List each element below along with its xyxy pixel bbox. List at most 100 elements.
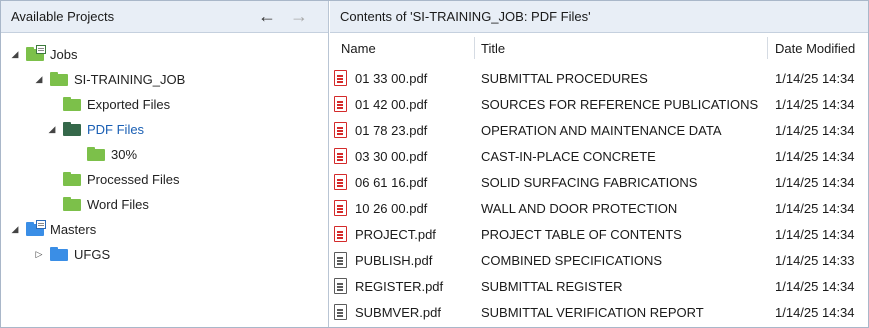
folder-icon [87,147,105,161]
file-name-cell[interactable]: 01 42 00.pdf [334,91,427,117]
file-title: SUBMITTAL REGISTER [481,278,623,294]
file-title: SUBMITTAL VERIFICATION REPORT [481,304,704,320]
tree-item-processed-files[interactable]: Processed Files [63,167,179,191]
file-name-cell[interactable]: 06 61 16.pdf [334,169,427,195]
file-date-modified: 1/14/25 14:34 [775,278,855,294]
file-title: SOURCES FOR REFERENCE PUBLICATIONS [481,96,759,112]
file-name: PUBLISH.pdf [355,252,433,268]
column-divider[interactable] [767,37,768,59]
file-title: OPERATION AND MAINTENANCE DATA [481,122,722,138]
tree-item-si-training-job[interactable]: ◢ SI-TRAINING_JOB [33,67,186,91]
file-row[interactable]: PUBLISH.pdf COMBINED SPECIFICATIONS 1/14/2… [330,247,868,273]
file-name-cell[interactable]: REGISTER.pdf [334,273,443,299]
tree-item-exported-files[interactable]: Exported Files [63,92,170,116]
pdf-gray-icon [334,304,347,320]
file-row[interactable]: 01 78 23.pdf OPERATION AND MAINTENANCE DA… [330,117,868,143]
contents-panel: Contents of 'SI-TRAINING_JOB: PDF Files'… [330,1,868,327]
file-row[interactable]: 03 30 00.pdf CAST-IN-PLACE CONCRETE 1/14/2… [330,143,868,169]
tree-item-label: Exported Files [87,96,171,112]
file-row[interactable]: 01 33 00.pdf SUBMITTAL PROCEDURES 1/14/25 … [330,65,868,91]
tree-item-label: SI-TRAINING_JOB [74,71,186,87]
tree-item-30-percent[interactable]: 30% [87,142,137,166]
file-date-modified: 1/14/25 14:34 [775,304,855,320]
file-row[interactable]: 01 42 00.pdf SOURCES FOR REFERENCE PUBLIC… [330,91,868,117]
folder-icon [63,97,81,111]
file-row[interactable]: REGISTER.pdf SUBMITTAL REGISTER 1/14/25 14… [330,273,868,299]
file-title: SUBMITTAL PROCEDURES [481,70,648,86]
file-name: 01 33 00.pdf [355,70,428,86]
contents-title: Contents of 'SI-TRAINING_JOB: PDF Files' [340,9,591,24]
panel-title: Available Projects [11,9,115,24]
expand-arrow-icon[interactable]: ▷ [33,249,45,260]
pdf-red-icon [334,174,347,190]
tree-item-label: PDF Files [87,121,145,137]
open-folder-icon [63,122,81,136]
tree-item-jobs[interactable]: ◢ Jobs [9,42,77,66]
file-title: COMBINED SPECIFICATIONS [481,252,663,268]
file-date-modified: 1/14/25 14:34 [775,226,855,242]
file-date-modified: 1/14/25 14:33 [775,252,855,268]
collapse-arrow-icon[interactable]: ◢ [9,49,21,60]
file-row[interactable]: SUBMVER.pdf SUBMITTAL VERIFICATION REPORT… [330,299,868,325]
file-name-cell[interactable]: SUBMVER.pdf [334,299,441,325]
folder-icon [63,197,81,211]
file-name-cell[interactable]: 03 30 00.pdf [334,143,427,169]
file-date-modified: 1/14/25 14:34 [775,148,855,164]
file-title: CAST-IN-PLACE CONCRETE [481,148,656,164]
file-name-cell[interactable]: 10 26 00.pdf [334,195,427,221]
folder-with-document-icon [26,45,46,61]
tree-item-label: Word Files [87,196,149,212]
collapse-arrow-icon[interactable]: ◢ [33,74,45,85]
file-name: 06 61 16.pdf [355,174,428,190]
pdf-red-icon [334,122,347,138]
file-date-modified: 1/14/25 14:34 [775,174,855,190]
file-name: 01 42 00.pdf [355,96,428,112]
file-row[interactable]: 06 61 16.pdf SOLID SURFACING FABRICATIONS… [330,169,868,195]
pdf-red-icon [334,148,347,164]
pdf-gray-icon [334,252,347,268]
pdf-red-icon [334,226,347,242]
pdf-gray-icon [334,278,347,294]
available-projects-header: Available Projects ← → [1,1,328,33]
file-name: PROJECT.pdf [355,226,436,242]
file-row[interactable]: 10 26 00.pdf WALL AND DOOR PROTECTION 1/14… [330,195,868,221]
tree-item-label: Processed Files [87,171,180,187]
file-name-cell[interactable]: 01 78 23.pdf [334,117,427,143]
tree-item-ufgs[interactable]: ▷ UFGS [33,242,111,266]
column-header-title[interactable]: Title [481,34,505,62]
file-name: 03 30 00.pdf [355,148,428,164]
file-name-cell[interactable]: PROJECT.pdf [334,221,436,247]
file-date-modified: 1/14/25 14:34 [775,200,855,216]
file-name-cell[interactable]: 01 33 00.pdf [334,65,427,91]
folder-icon [50,72,68,86]
file-name: 01 78 23.pdf [355,122,428,138]
back-arrow-icon[interactable]: ← [255,5,279,27]
file-name: 10 26 00.pdf [355,200,428,216]
tree-item-label: 30% [111,146,138,162]
tree-item-label: Jobs [50,46,78,62]
tree-item-pdf-files[interactable]: ◢ PDF Files [49,117,145,141]
file-title: WALL AND DOOR PROTECTION [481,200,678,216]
contents-header: Contents of 'SI-TRAINING_JOB: PDF Files' [330,1,868,33]
tree-item-label: UFGS [74,246,111,262]
column-divider[interactable] [474,37,475,59]
collapse-arrow-icon[interactable]: ◢ [46,124,58,135]
file-title: SOLID SURFACING FABRICATIONS [481,174,698,190]
column-header-date-modified[interactable]: Date Modified [775,34,855,62]
tree-item-masters[interactable]: ◢ Masters [9,217,96,241]
forward-arrow-icon[interactable]: → [287,5,311,27]
file-date-modified: 1/14/25 14:34 [775,96,855,112]
collapse-arrow-icon[interactable]: ◢ [9,224,21,235]
file-row[interactable]: PROJECT.pdf PROJECT TABLE OF CONTENTS 1/14… [330,221,868,247]
pdf-red-icon [334,200,347,216]
tree-item-word-files[interactable]: Word Files [63,192,149,216]
file-name-cell[interactable]: PUBLISH.pdf [334,247,432,273]
file-title: PROJECT TABLE OF CONTENTS [481,226,682,242]
file-name: SUBMVER.pdf [355,304,441,320]
project-browser-window: Available Projects ← → ◢ Jobs ◢ SI-TRAIN… [0,0,869,328]
pdf-red-icon [334,70,347,86]
column-header-name[interactable]: Name [341,34,376,62]
tree-item-label: Masters [50,221,97,237]
file-date-modified: 1/14/25 14:34 [775,122,855,138]
folder-with-document-icon [26,220,46,236]
